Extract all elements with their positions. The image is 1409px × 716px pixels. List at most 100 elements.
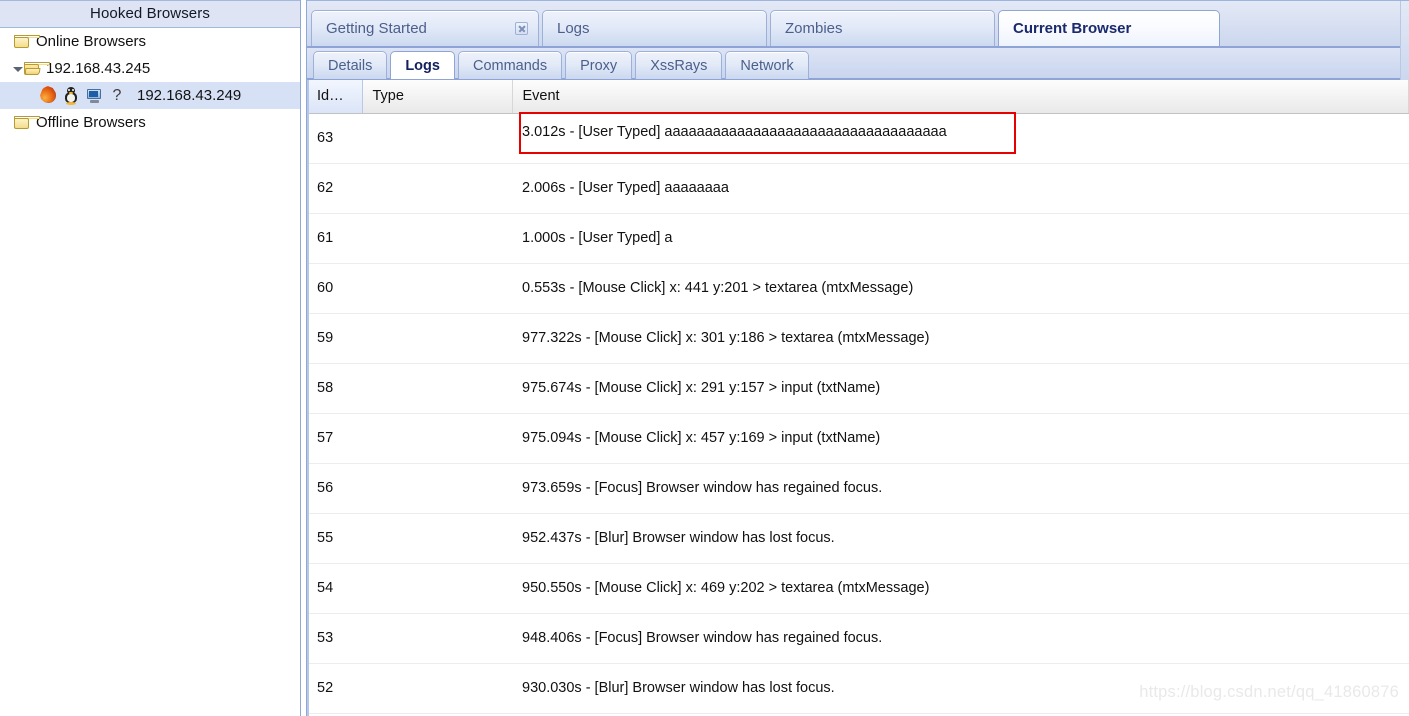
question-mark-icon: ? (112, 86, 122, 104)
grid-left-border (307, 80, 309, 716)
cell-id: 52 (307, 663, 362, 714)
subtab-label: Commands (472, 57, 548, 74)
table-row[interactable]: 54 950.550s - [Mouse Click] x: 469 y:202 … (307, 563, 1409, 614)
table-row[interactable]: 56 973.659s - [Focus] Browser window has … (307, 463, 1409, 514)
cell-event: 948.406s - [Focus] Browser window has re… (512, 613, 1409, 664)
linux-tux-icon (64, 87, 78, 105)
sub-tab-bar: Details Logs Commands Proxy XssRays Netw… (307, 48, 1409, 80)
tab-getting-started[interactable]: Getting Started (311, 10, 539, 46)
twisty-icon (2, 118, 12, 128)
column-header-event[interactable]: Event (512, 80, 1409, 114)
cell-id: 57 (307, 413, 362, 464)
cell-id: 63 (307, 113, 362, 164)
folder-closed-icon (14, 116, 40, 129)
table-header-row: Id… Type Event (307, 80, 1409, 114)
hooked-browsers-tree: Online Browsers 192.168.43.245 ? 192.168… (0, 28, 300, 136)
cell-id: 53 (307, 613, 362, 664)
cell-id: 62 (307, 163, 362, 214)
tree-item-browser-192-168-43-249[interactable]: ? 192.168.43.249 (0, 82, 300, 109)
close-icon[interactable] (515, 22, 528, 35)
subtab-label: Details (328, 57, 373, 74)
highlighted-event: 3.012s - [User Typed] aaaaaaaaaaaaaaaaaa… (519, 111, 1016, 154)
subtab-label: XssRays (650, 57, 708, 74)
panel-splitter[interactable] (300, 0, 307, 716)
tree-item-label: Offline Browsers (36, 114, 146, 131)
table-row[interactable]: 60 0.553s - [Mouse Click] x: 441 y:201 > … (307, 263, 1409, 314)
cell-type (362, 663, 512, 714)
table-row[interactable]: 53 948.406s - [Focus] Browser window has … (307, 613, 1409, 664)
table-row[interactable]: 55 952.437s - [Blur] Browser window has l… (307, 513, 1409, 564)
tab-current-browser[interactable]: Current Browser (998, 10, 1220, 46)
logs-table-head: Id… Type Event (307, 80, 1409, 114)
cell-event: 3.012s - [User Typed] aaaaaaaaaaaaaaaaaa… (512, 111, 1409, 164)
cell-type (362, 613, 512, 664)
subtab-xssrays[interactable]: XssRays (635, 51, 723, 79)
cell-id: 58 (307, 363, 362, 414)
cell-id: 59 (307, 313, 362, 364)
tab-label: Zombies (785, 20, 843, 37)
folder-open-icon (24, 62, 50, 75)
tree-item-label: Online Browsers (36, 33, 147, 50)
tab-zombies[interactable]: Zombies (770, 10, 995, 46)
column-header-id[interactable]: Id… (307, 80, 363, 114)
tab-bar-filler (1400, 1, 1409, 80)
cell-event: 930.030s - [Blur] Browser window has los… (512, 663, 1409, 714)
top-tab-bar: Getting Started Logs Zombies Current Bro… (307, 1, 1409, 80)
table-row[interactable]: 63 3.012s - [User Typed] aaaaaaaaaaaaaaaa… (307, 111, 1409, 164)
cell-type (362, 563, 512, 614)
cell-id: 61 (307, 213, 362, 264)
hooked-browsers-panel: Hooked Browsers Online Browsers 192.168.… (0, 0, 300, 716)
cell-event: 977.322s - [Mouse Click] x: 301 y:186 > … (512, 313, 1409, 364)
table-row[interactable]: 61 1.000s - [User Typed] a (307, 213, 1409, 264)
cell-event: 973.659s - [Focus] Browser window has re… (512, 463, 1409, 514)
folder-closed-icon (14, 35, 40, 48)
subtab-label: Logs (405, 57, 440, 74)
cell-type (362, 413, 512, 464)
subtab-logs[interactable]: Logs (390, 51, 455, 79)
logs-grid-container: Id… Type Event 63 3.012s - [User Typed] a… (307, 80, 1409, 716)
cell-type (362, 263, 512, 314)
tab-label: Logs (557, 20, 590, 37)
table-row[interactable]: 62 2.006s - [User Typed] aaaaaaaa (307, 163, 1409, 214)
cell-id: 60 (307, 263, 362, 314)
subtab-network[interactable]: Network (725, 51, 809, 79)
cell-id: 55 (307, 513, 362, 564)
cell-type (362, 213, 512, 264)
tab-label: Getting Started (326, 20, 427, 37)
main-panel: Getting Started Logs Zombies Current Bro… (307, 0, 1409, 716)
tree-item-offline-browsers[interactable]: Offline Browsers (0, 109, 300, 136)
cell-type (362, 363, 512, 414)
cell-event: 0.553s - [Mouse Click] x: 441 y:201 > te… (512, 263, 1409, 314)
cell-id: 54 (307, 563, 362, 614)
firefox-icon (40, 86, 57, 104)
subtab-label: Network (740, 57, 794, 74)
cell-event: 1.000s - [User Typed] a (512, 213, 1409, 264)
cell-type (362, 163, 512, 214)
cell-type (362, 463, 512, 514)
tree-item-online-browsers[interactable]: Online Browsers (0, 28, 300, 55)
column-header-type[interactable]: Type (362, 80, 513, 114)
cell-type (362, 513, 512, 564)
beef-console: Hooked Browsers Online Browsers 192.168.… (0, 0, 1409, 716)
table-row[interactable]: 58 975.674s - [Mouse Click] x: 291 y:157 … (307, 363, 1409, 414)
subtab-details[interactable]: Details (313, 51, 388, 79)
table-row[interactable]: 59 977.322s - [Mouse Click] x: 301 y:186 … (307, 313, 1409, 364)
cell-event: 2.006s - [User Typed] aaaaaaaa (512, 163, 1409, 214)
logs-table-body: 63 3.012s - [User Typed] aaaaaaaaaaaaaaaa… (307, 111, 1409, 714)
twisty-open-icon[interactable] (12, 64, 23, 74)
table-row[interactable]: 52 930.030s - [Blur] Browser window has l… (307, 663, 1409, 714)
cell-event: 975.674s - [Mouse Click] x: 291 y:157 > … (512, 363, 1409, 414)
tree-item-host-192-168-43-245[interactable]: 192.168.43.245 (0, 55, 300, 82)
cell-type (362, 313, 512, 364)
table-row[interactable]: 57 975.094s - [Mouse Click] x: 457 y:169 … (307, 413, 1409, 464)
cell-type (362, 113, 512, 164)
monitor-icon (86, 88, 103, 103)
cell-event: 975.094s - [Mouse Click] x: 457 y:169 > … (512, 413, 1409, 464)
subtab-commands[interactable]: Commands (457, 51, 563, 79)
tree-item-label: 192.168.43.245 (46, 60, 151, 77)
cell-id: 56 (307, 463, 362, 514)
cell-event: 952.437s - [Blur] Browser window has los… (512, 513, 1409, 564)
tab-logs[interactable]: Logs (542, 10, 767, 46)
twisty-icon (2, 37, 12, 47)
subtab-proxy[interactable]: Proxy (565, 51, 633, 79)
